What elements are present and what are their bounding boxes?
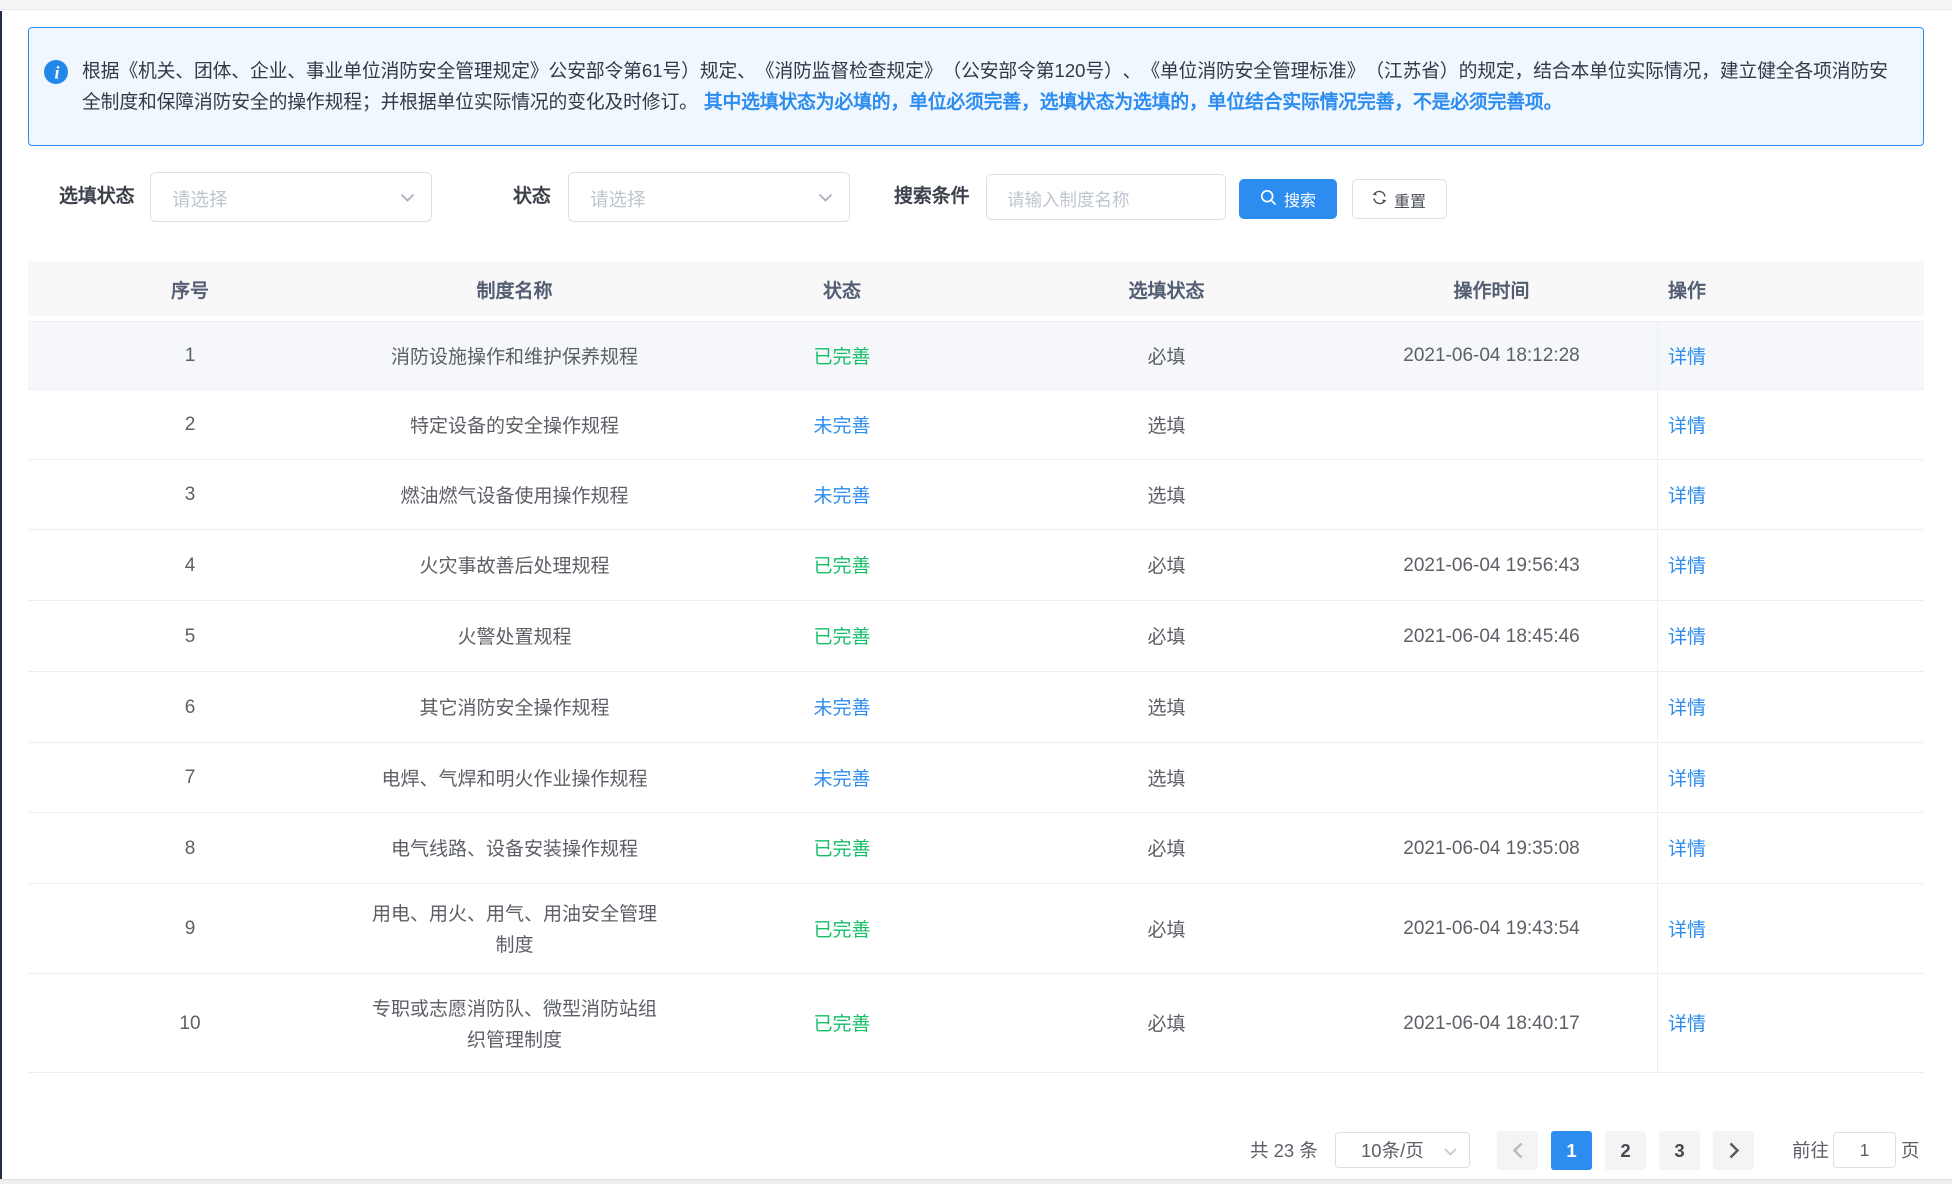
svg-text:i: i <box>54 63 59 83</box>
